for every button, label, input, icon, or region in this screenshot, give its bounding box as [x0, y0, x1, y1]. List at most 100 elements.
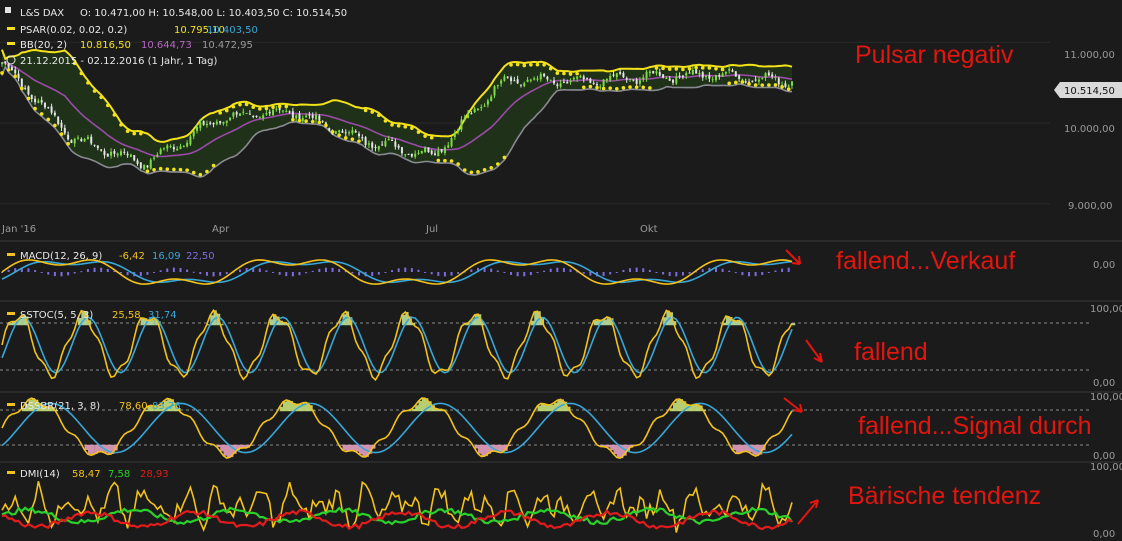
candle-body [235, 112, 238, 115]
macd-histogram-bar [582, 272, 585, 274]
candle-body [338, 130, 341, 133]
candle-body [77, 137, 80, 139]
candle-body [648, 71, 651, 74]
psar-dot [291, 117, 295, 122]
macd-histogram-bar [139, 272, 142, 277]
psar-dot [33, 106, 37, 111]
macd-histogram-bar [311, 270, 314, 272]
psar-dot [66, 141, 70, 146]
macd-histogram-bar [371, 272, 374, 277]
candle-body [460, 119, 463, 130]
candle-body [424, 147, 427, 153]
candle-body [681, 75, 684, 78]
candle-body [404, 154, 407, 156]
psar-dot [720, 67, 725, 72]
candle-body [374, 146, 377, 148]
candle-body [265, 113, 268, 115]
macd-histogram-bar [457, 272, 460, 274]
macd-histogram-bar [562, 267, 565, 272]
candle-body [275, 108, 278, 110]
candle-body [96, 145, 99, 149]
psar-dot [760, 83, 765, 87]
psar-dot [734, 80, 738, 85]
psar-dot [264, 106, 269, 111]
sstoc-value-1: 25,58 [112, 310, 141, 321]
candle-body [215, 121, 218, 125]
macd-histogram-bar [675, 272, 678, 277]
candle-body [655, 71, 658, 74]
macd-histogram-bar [767, 272, 770, 273]
candle-body [291, 111, 294, 118]
candle-body [83, 139, 86, 142]
macd-histogram-bar [781, 268, 784, 272]
candle-body [189, 136, 192, 145]
macd-histogram-bar [67, 272, 70, 276]
macd-histogram-bar [53, 272, 56, 277]
candle-body [47, 107, 50, 109]
macd-histogram-bar [60, 272, 63, 277]
x-tick-okt: Okt [640, 224, 658, 235]
candle-body [662, 74, 665, 78]
dssbr-tick-100: 100,00 [1090, 392, 1122, 403]
sstoc-value-2: 31,74 [148, 310, 177, 321]
psar-dot [681, 67, 685, 72]
candle-body [576, 76, 579, 79]
annotation-price: Pulsar negativ [855, 41, 1014, 69]
macd-histogram-bar [642, 268, 645, 272]
candle-body [437, 150, 440, 157]
price-tick-9000: 9.000,00 [1068, 201, 1113, 212]
psar-dot [628, 85, 632, 89]
candle-body [129, 154, 132, 157]
candle-body [27, 86, 30, 95]
psar-dot [383, 119, 388, 123]
psar-dot [608, 86, 613, 90]
candle-body [318, 115, 321, 121]
sstoc-tick-0: 0,00 [1093, 378, 1115, 389]
macd-histogram-bar [529, 272, 532, 276]
macd-histogram-bar [397, 268, 400, 272]
psar-dot [476, 170, 480, 174]
candle-body [731, 70, 734, 72]
candle-body [761, 77, 764, 79]
candle-body [569, 80, 572, 83]
candle-body [523, 83, 526, 87]
candle-body [169, 146, 172, 148]
psar-dot [132, 131, 137, 136]
macd-histogram-bar [199, 272, 202, 275]
psar-dot [522, 63, 527, 68]
macd-histogram-bar [384, 272, 387, 273]
macd-value-3: 22,50 [186, 251, 215, 262]
psar-dot [674, 67, 679, 71]
candle-body [691, 69, 694, 75]
psar-dot [59, 132, 64, 136]
candle-body [86, 136, 89, 139]
candle-body [278, 107, 281, 111]
candle-body [387, 139, 390, 141]
candle-body [288, 111, 291, 113]
psar-dot [324, 123, 328, 128]
candle-body [222, 121, 225, 124]
psar-dot [707, 66, 712, 70]
candle-body [536, 78, 539, 80]
macd-histogram-bar [7, 269, 10, 272]
psar-dot [575, 71, 579, 76]
psar-value-2: 10.403,50 [207, 25, 258, 36]
psar-dot [416, 130, 421, 134]
candle-body [229, 117, 232, 121]
candle-body [116, 153, 119, 156]
legend-swatch-bb [7, 42, 15, 45]
candle-body [248, 113, 251, 115]
psar-dot [92, 89, 97, 93]
psar-dot [390, 123, 394, 127]
psar-dot [178, 167, 183, 172]
psar-dot [53, 123, 57, 128]
macd-histogram-bar [701, 269, 704, 272]
candle-body [473, 108, 476, 113]
macd-histogram-bar [192, 271, 195, 273]
macd-histogram-bar [437, 272, 440, 276]
psar-dot [211, 163, 216, 168]
candle-body [371, 142, 374, 148]
candle-body [10, 66, 13, 71]
macd-histogram-bar [351, 272, 354, 274]
psar-dot [700, 66, 705, 70]
